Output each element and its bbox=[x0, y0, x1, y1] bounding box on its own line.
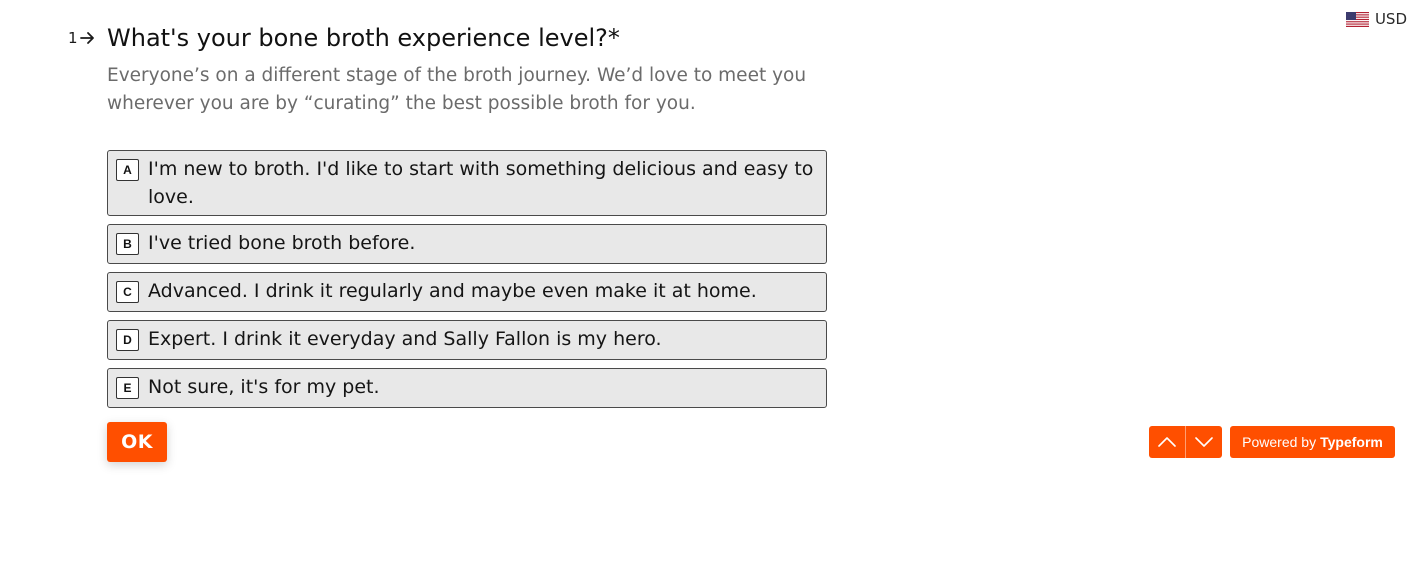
question-title: What's your bone broth experience level?… bbox=[107, 24, 620, 52]
choice-label-d: Expert. I drink it everyday and Sally Fa… bbox=[148, 328, 662, 350]
choice-key-c: C bbox=[116, 281, 139, 303]
ok-button[interactable]: OK bbox=[107, 422, 167, 462]
previous-question-button[interactable] bbox=[1149, 426, 1185, 458]
choice-label-b: I've tried bone broth before. bbox=[148, 232, 416, 254]
question-description: Everyone’s on a different stage of the b… bbox=[107, 65, 807, 114]
choice-key-d: D bbox=[116, 329, 139, 351]
choice-key-e: E bbox=[116, 377, 139, 399]
choice-option-e[interactable]: E Not sure, it's for my pet. bbox=[107, 368, 827, 408]
currency-selector[interactable]: USD bbox=[1345, 10, 1407, 28]
question-navigation bbox=[1149, 426, 1222, 458]
choice-label-e: Not sure, it's for my pet. bbox=[148, 376, 380, 398]
us-flag-icon bbox=[1345, 11, 1369, 27]
choice-option-c[interactable]: C Advanced. I drink it regularly and may… bbox=[107, 272, 827, 312]
chevron-up-icon bbox=[1158, 437, 1176, 447]
choice-label-a: I'm new to broth. I'd like to start with… bbox=[148, 158, 814, 208]
question-number-label: 1 bbox=[68, 29, 78, 47]
currency-label: USD bbox=[1374, 10, 1407, 28]
powered-by-prefix: Powered by bbox=[1242, 434, 1317, 450]
choice-option-b[interactable]: B I've tried bone broth before. bbox=[107, 224, 827, 264]
choice-key-a: A bbox=[116, 159, 139, 181]
choice-key-b: B bbox=[116, 233, 139, 255]
chevron-down-icon bbox=[1195, 437, 1213, 447]
next-question-button[interactable] bbox=[1185, 426, 1222, 458]
question-header: 1 What's your bone broth experience leve… bbox=[68, 23, 620, 53]
powered-by-typeform-link[interactable]: Powered by Typeform bbox=[1230, 426, 1395, 458]
question-number: 1 bbox=[68, 29, 107, 47]
choice-option-d[interactable]: D Expert. I drink it everyday and Sally … bbox=[107, 320, 827, 360]
arrow-right-icon bbox=[79, 32, 94, 44]
choice-option-a[interactable]: A I'm new to broth. I'd like to start wi… bbox=[107, 150, 827, 216]
typeform-brand: Typeform bbox=[1320, 434, 1383, 450]
choice-list: A I'm new to broth. I'd like to start wi… bbox=[107, 150, 827, 408]
choice-label-c: Advanced. I drink it regularly and maybe… bbox=[148, 280, 757, 302]
